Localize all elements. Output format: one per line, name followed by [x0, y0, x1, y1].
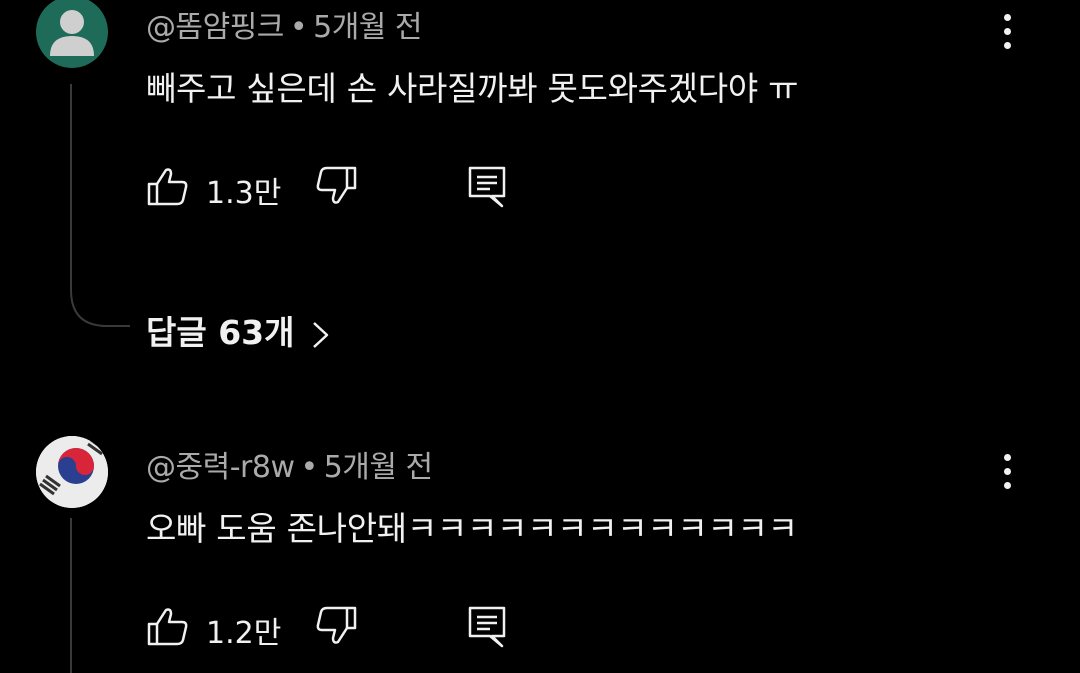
more-vert-icon[interactable] — [990, 10, 1026, 54]
author-name[interactable]: @똠얌핑크 — [146, 10, 284, 45]
comment-meta: @똠얌핑크 • 5개월 전 — [146, 2, 423, 46]
comment-text: 빼주고 싶은데 손 사라질까봐 못도와주겠다야 ㅠ — [146, 69, 799, 108]
chevron-right-icon — [312, 321, 328, 348]
thumbs-up-icon[interactable] — [146, 164, 190, 208]
meta-separator: • — [289, 10, 308, 45]
korean-flag-icon — [36, 436, 108, 508]
comment-time: 5개월 전 — [313, 10, 423, 45]
like-count: 1.2만 — [206, 616, 282, 651]
comment-time: 5개월 전 — [323, 450, 433, 485]
thumbs-up-icon[interactable] — [146, 604, 190, 648]
author-name[interactable]: @중력-r8w — [146, 450, 295, 485]
view-replies-button[interactable]: 답글 63개 — [146, 306, 333, 354]
more-vert-icon[interactable] — [990, 450, 1026, 494]
avatar[interactable] — [36, 436, 108, 508]
replies-label: 답글 63개 — [146, 313, 295, 352]
comment-text: 오빠 도움 존나안돼ㅋㅋㅋㅋㅋㅋㅋㅋㅋㅋㅋㅋㅋ — [146, 509, 798, 548]
reply-comment-icon[interactable] — [466, 164, 510, 208]
comment-actions: 1.3만 — [146, 164, 526, 212]
reply-comment-icon[interactable] — [466, 604, 510, 648]
thumbs-down-icon[interactable] — [314, 164, 358, 208]
meta-separator: • — [300, 450, 318, 485]
comment-actions: 1.2만 — [146, 604, 526, 652]
thumbs-down-icon[interactable] — [314, 604, 358, 648]
like-count: 1.3만 — [206, 176, 282, 211]
comment-meta: @중력-r8w • 5개월 전 — [146, 442, 433, 486]
